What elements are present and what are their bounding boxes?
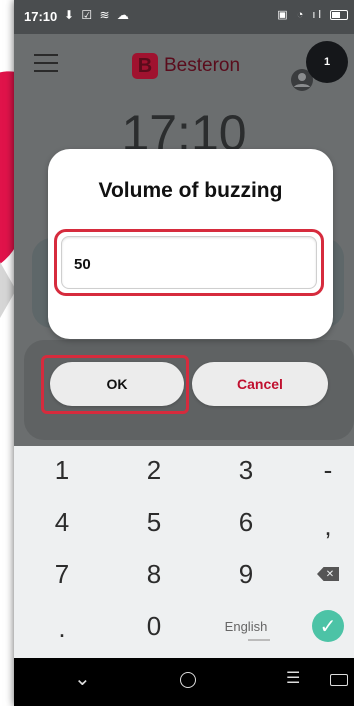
- ok-button[interactable]: OK: [50, 362, 184, 406]
- key-done[interactable]: ✓: [298, 604, 354, 648]
- volume-dialog: Volume of buzzing 50: [48, 149, 333, 339]
- status-bar: 17:10 ⬇ ☑ ≋ ☁ ▣ ◔ ıl: [14, 0, 354, 34]
- checkmark-icon: ✓: [312, 610, 344, 642]
- notification-badge[interactable]: 1: [306, 41, 348, 83]
- key-1[interactable]: 1: [32, 448, 92, 492]
- key-6[interactable]: 6: [216, 500, 276, 544]
- back-chevron-icon[interactable]: ⌄: [74, 666, 91, 691]
- key-8[interactable]: 8: [124, 552, 184, 596]
- status-time: 17:10: [24, 9, 58, 24]
- status-notification-icons: ⬇ ☑ ≋ ☁: [64, 8, 131, 22]
- battery-icon: [330, 10, 348, 21]
- input-highlight: 50: [54, 229, 324, 296]
- key-period[interactable]: .: [32, 606, 92, 650]
- phone-screen: 17:10 ⬇ ☑ ≋ ☁ ▣ ◔ ıl B Besteron 1 17:10 …: [14, 0, 354, 706]
- home-button[interactable]: [180, 672, 196, 688]
- recents-icon[interactable]: ☰: [286, 668, 300, 688]
- cancel-button[interactable]: Cancel: [192, 362, 328, 406]
- keyboard-icon: [330, 674, 348, 686]
- key-minus[interactable]: -: [298, 448, 354, 492]
- key-0[interactable]: 0: [124, 604, 184, 648]
- numeric-keyboard: 1 2 3 - 4 5 6 , 7 8 9 ✕ . 0 English ✓: [14, 446, 354, 658]
- key-7[interactable]: 7: [32, 552, 92, 596]
- app-header: B Besteron 1: [14, 34, 354, 96]
- language-underline: [248, 639, 270, 641]
- key-3[interactable]: 3: [216, 448, 276, 492]
- brand-logo-icon: B: [132, 53, 158, 79]
- volume-input-value: 50: [74, 256, 91, 273]
- volume-input[interactable]: 50: [61, 236, 317, 289]
- key-5[interactable]: 5: [124, 500, 184, 544]
- key-9[interactable]: 9: [216, 552, 276, 596]
- key-comma[interactable]: ,: [298, 504, 354, 548]
- key-4[interactable]: 4: [32, 500, 92, 544]
- home-circle-icon: [180, 672, 196, 688]
- system-navigation-bar: ⌄ ☰: [14, 658, 354, 706]
- dialog-title: Volume of buzzing: [98, 179, 283, 202]
- key-2[interactable]: 2: [124, 448, 184, 492]
- hamburger-menu-icon[interactable]: [34, 54, 58, 74]
- keyboard-switch-button[interactable]: [330, 674, 348, 686]
- backspace-icon: ✕: [317, 567, 339, 581]
- key-language[interactable]: English: [216, 604, 276, 648]
- brand: B Besteron: [132, 52, 240, 80]
- brand-name: Besteron: [164, 55, 241, 76]
- key-delete[interactable]: ✕: [298, 552, 354, 596]
- status-system-icons: ▣ ◔ ıl: [277, 8, 348, 21]
- cast-wifi-signal-icons: ▣ ◔ ıl: [277, 9, 324, 21]
